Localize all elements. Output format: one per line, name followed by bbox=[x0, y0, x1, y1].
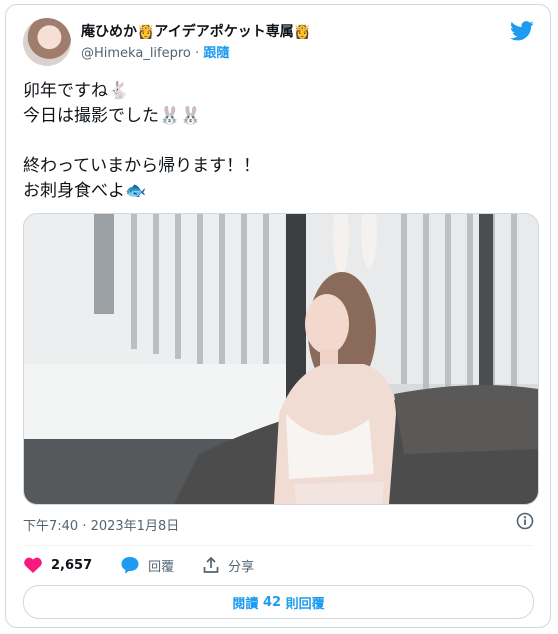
reply-label: 回覆 bbox=[148, 559, 175, 575]
tweet-line: 今日は撮影でした🐰🐰 bbox=[23, 106, 202, 126]
follow-link[interactable]: 跟隨 bbox=[203, 46, 229, 61]
tweet-line: 終わっていまから帰ります！！ bbox=[23, 156, 261, 176]
handle-separator: · bbox=[195, 46, 200, 61]
tweet-line-blank bbox=[23, 129, 533, 154]
author-handle[interactable]: @Himeka_lifepro bbox=[81, 46, 191, 61]
heart-icon bbox=[24, 557, 42, 573]
like-button[interactable]: 2,657 bbox=[23, 556, 92, 574]
divider bbox=[23, 545, 534, 546]
author-name[interactable]: 庵ひめか👸アイデアポケット専属👸 bbox=[81, 21, 311, 41]
tweet-photo[interactable] bbox=[23, 213, 539, 505]
photo-illustration bbox=[24, 214, 538, 504]
like-count: 2,657 bbox=[51, 557, 93, 573]
read-replies-prefix: 閱讀 bbox=[232, 596, 259, 612]
reply-button[interactable]: 回覆 bbox=[120, 556, 174, 575]
share-icon bbox=[203, 556, 219, 573]
read-replies-suffix: 則回覆 bbox=[285, 596, 325, 612]
avatar[interactable] bbox=[23, 18, 71, 66]
twitter-bird-icon[interactable] bbox=[510, 21, 534, 41]
tweet-line: お刺身食べよ🐟 bbox=[23, 181, 147, 201]
tweet-timestamp[interactable]: 下午7:40 · 2023年1月8日 bbox=[23, 515, 179, 534]
tweet-text: 卯年ですね🐇 今日は撮影でした🐰🐰 終わっていまから帰ります！！ お刺身食べよ🐟 bbox=[23, 79, 533, 204]
info-icon[interactable] bbox=[516, 512, 534, 530]
action-bar: 2,657 回覆 分享 bbox=[23, 553, 282, 577]
read-replies-button[interactable]: 閱讀 42 則回覆 bbox=[23, 585, 534, 619]
share-label: 分享 bbox=[228, 559, 255, 575]
author-handle-row: @Himeka_lifepro · 跟隨 bbox=[81, 42, 229, 61]
share-button[interactable]: 分享 bbox=[202, 556, 254, 575]
speech-bubble-icon bbox=[121, 557, 139, 574]
tweet-card: 庵ひめか👸アイデアポケット専属👸 @Himeka_lifepro · 跟隨 卯年… bbox=[5, 4, 551, 628]
read-replies-count: 42 bbox=[262, 594, 282, 610]
tweet-line: 卯年ですね🐇 bbox=[23, 81, 130, 101]
